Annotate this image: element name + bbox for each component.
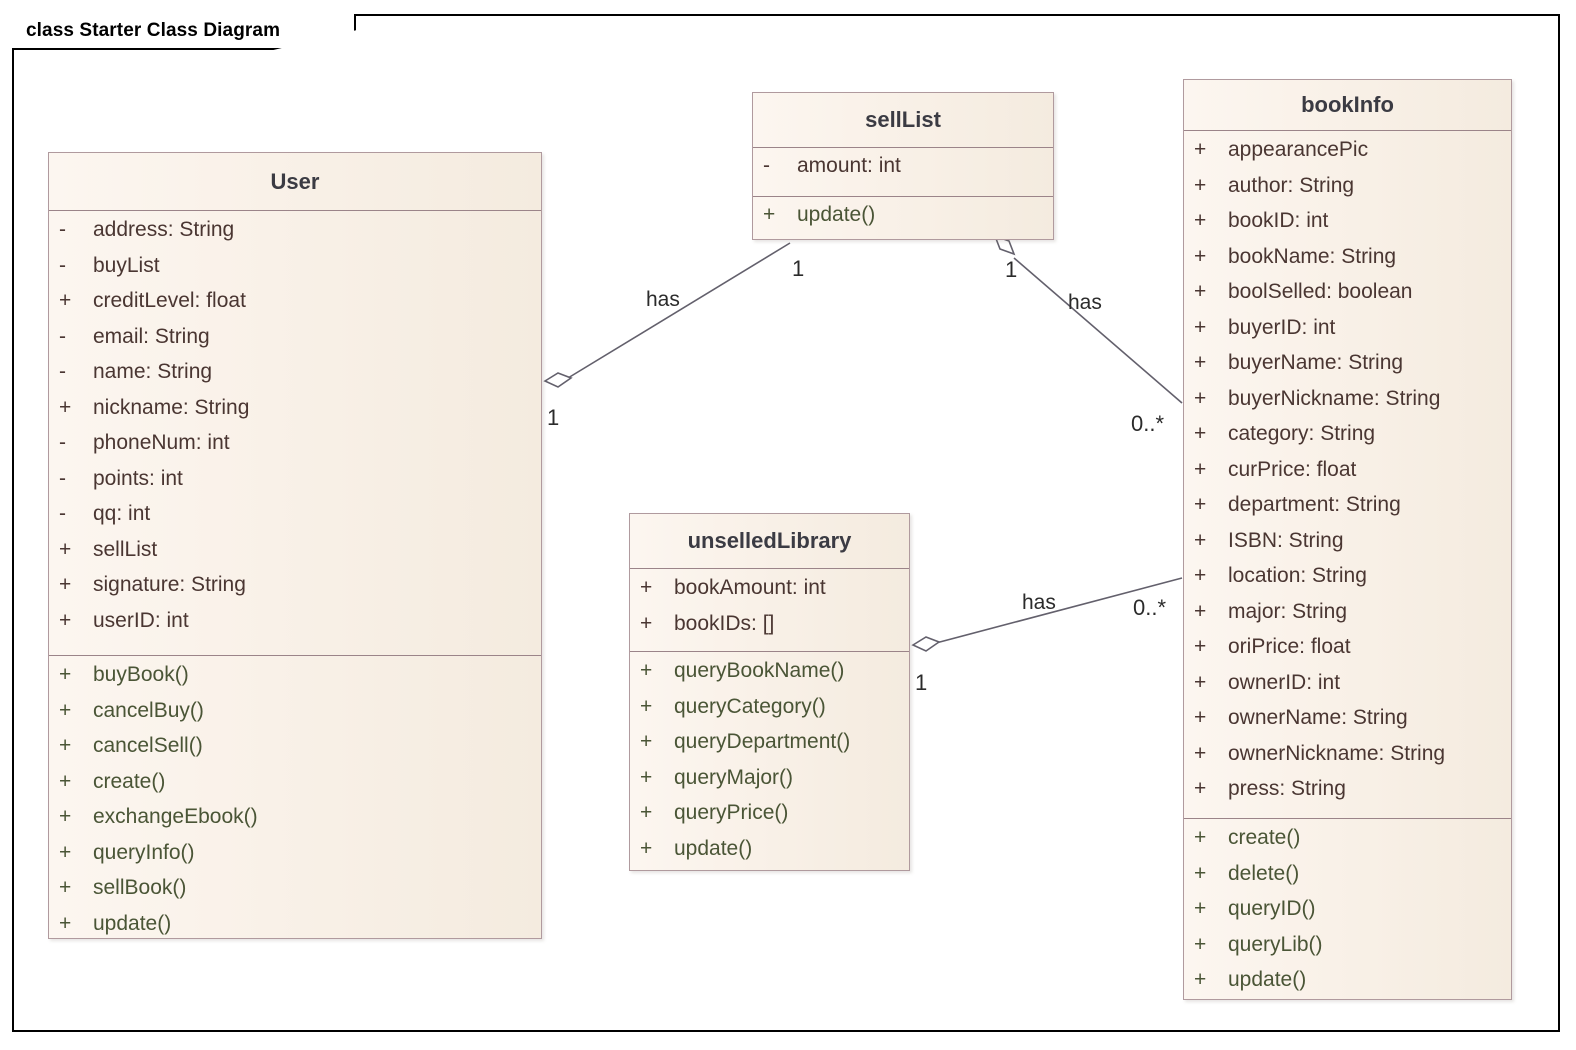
diagram-frame [12, 14, 1560, 1032]
diagram-canvas: 1 has 1 1 has 0..* 1 has 0..* User - addr… [0, 0, 1576, 1050]
diagram-title-text: class Starter Class Diagram [26, 20, 281, 41]
